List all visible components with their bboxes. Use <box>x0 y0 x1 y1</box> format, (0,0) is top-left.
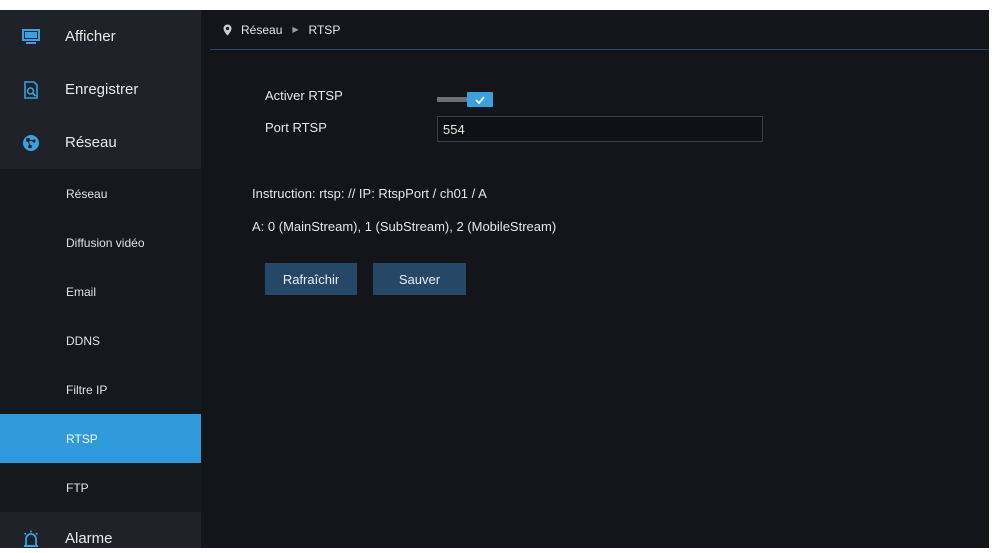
enable-rtsp-toggle[interactable] <box>437 92 495 107</box>
stream-options-text: A: 0 (MainStream), 1 (SubStream), 2 (Mob… <box>252 219 557 234</box>
enable-rtsp-label: Activer RTSP <box>265 88 343 103</box>
sidebar-item-label: Alarme <box>65 530 113 547</box>
sidebar-item-label: Réseau <box>65 134 117 151</box>
submenu-item-filtre-ip[interactable]: Filtre IP <box>0 365 201 414</box>
sidebar-item-afficher[interactable]: Afficher <box>0 10 201 63</box>
instruction-text: Instruction: rtsp: // IP: RtspPort / ch0… <box>252 186 487 201</box>
submenu-item-email[interactable]: Email <box>0 267 201 316</box>
alarm-icon <box>22 530 40 548</box>
rtsp-settings-panel: Activer RTSP Port RTSP Instruction: rtsp… <box>252 10 989 548</box>
app-window: Afficher Enregistrer Réseau Réseau Diffu… <box>0 10 989 548</box>
location-pin-icon <box>223 24 232 36</box>
search-file-icon <box>22 80 40 99</box>
save-button[interactable]: Sauver <box>373 263 466 295</box>
network-submenu: Réseau Diffusion vidéo Email DDNS Filtre… <box>0 169 201 512</box>
sidebar-item-label: Afficher <box>65 28 116 45</box>
submenu-item-ftp[interactable]: FTP <box>0 463 201 512</box>
sidebar-item-enregistrer[interactable]: Enregistrer <box>0 63 201 116</box>
submenu-item-diffusion-video[interactable]: Diffusion vidéo <box>0 218 201 267</box>
sidebar-item-label: Enregistrer <box>65 81 139 98</box>
toggle-track <box>437 97 467 102</box>
submenu-item-ddns[interactable]: DDNS <box>0 316 201 365</box>
submenu-item-reseau[interactable]: Réseau <box>0 169 201 218</box>
monitor-icon <box>22 28 40 46</box>
submenu-item-rtsp[interactable]: RTSP <box>0 414 201 463</box>
check-icon <box>475 95 485 104</box>
sidebar-item-alarme[interactable]: Alarme <box>0 512 201 553</box>
sidebar: Afficher Enregistrer Réseau Réseau Diffu… <box>0 10 201 548</box>
toggle-knob <box>467 92 493 107</box>
network-globe-icon <box>22 134 40 152</box>
port-rtsp-label: Port RTSP <box>265 120 327 135</box>
sidebar-item-reseau[interactable]: Réseau <box>0 116 201 169</box>
refresh-button[interactable]: Rafraîchir <box>265 263 357 295</box>
port-rtsp-input[interactable] <box>437 116 763 142</box>
